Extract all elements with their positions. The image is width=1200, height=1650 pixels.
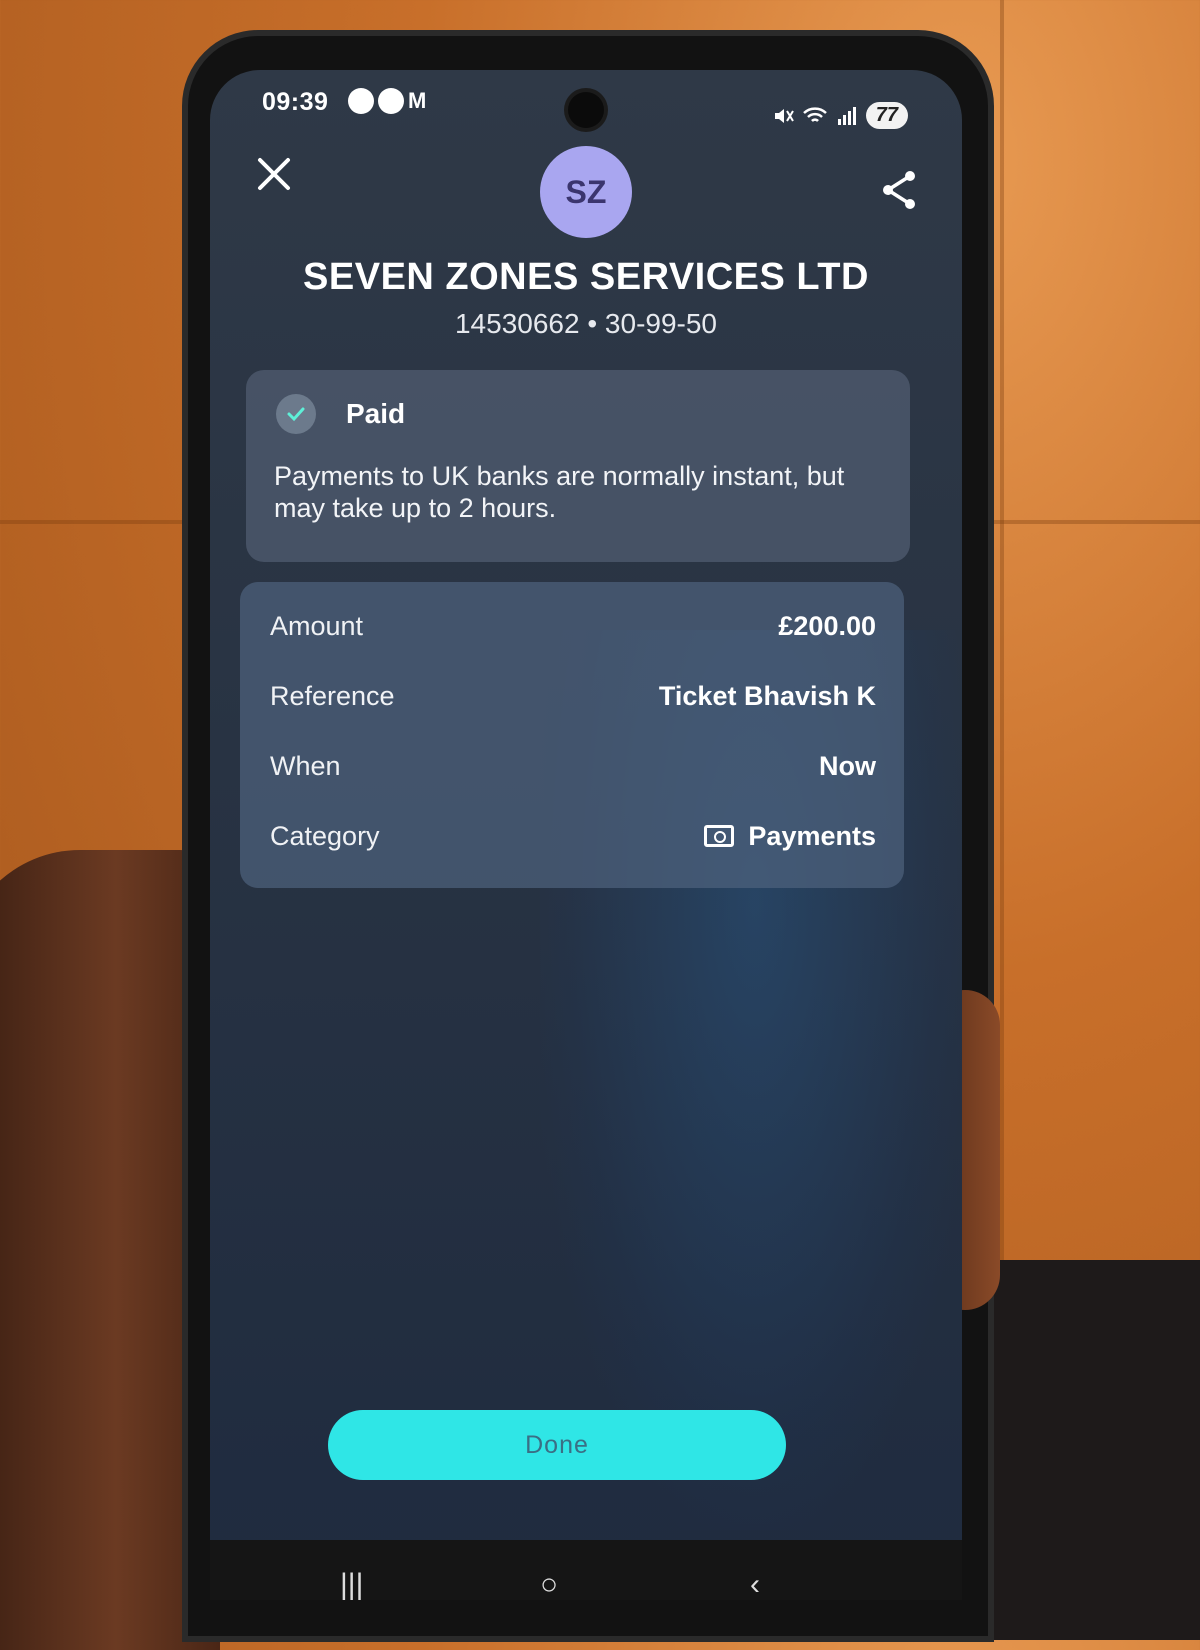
payment-status-message: Payments to UK banks are normally instan…	[274, 461, 845, 523]
recents-icon[interactable]: |||	[340, 1568, 363, 1600]
payment-status-card: Paid Payments to UK banks are normally i…	[246, 370, 910, 562]
back-icon[interactable]: ‹	[750, 1568, 760, 1600]
done-button[interactable]: Done	[328, 1410, 786, 1480]
banknote-icon	[704, 825, 735, 847]
phone-screen: 09:39 M 77 SZ SEVEN ZONES SERVICES LTD 1…	[210, 70, 962, 1600]
avatar: SZ	[540, 146, 632, 238]
detail-label: Amount	[270, 610, 364, 641]
battery-indicator: 77	[865, 102, 908, 129]
category-text: Payments	[748, 820, 876, 851]
home-icon[interactable]: ○	[540, 1568, 558, 1600]
status-time: 09:39	[262, 88, 329, 116]
when-value: Now	[819, 750, 876, 781]
payee-account-info: 14530662 • 30-99-50	[454, 308, 718, 339]
reference-value: Ticket Bhavish K	[658, 680, 876, 711]
detail-label: Reference	[270, 680, 395, 711]
system-icons: 77	[772, 102, 908, 129]
detail-row-when: When Now	[270, 744, 876, 788]
wifi-icon	[802, 106, 827, 122]
detail-row-amount: Amount £200.00	[270, 604, 876, 648]
hand	[0, 850, 220, 1650]
category-value[interactable]: Payments	[704, 821, 876, 852]
gmail-icon: M	[408, 88, 427, 113]
payment-status-label: Paid	[346, 398, 406, 429]
detail-row-category[interactable]: Category Payments	[270, 814, 876, 858]
payee-name: SEVEN ZONES SERVICES LTD	[303, 256, 869, 298]
share-icon[interactable]	[878, 168, 922, 212]
detail-row-reference: Reference Ticket Bhavish K	[270, 674, 876, 718]
detail-label: When	[270, 750, 341, 781]
payment-details-card: Amount £200.00 Reference Ticket Bhavish …	[240, 582, 904, 888]
status-bar: 09:39 M 77	[210, 70, 962, 150]
shazam-icon	[348, 88, 374, 114]
close-icon[interactable]	[250, 150, 298, 198]
detail-label: Category	[270, 820, 380, 851]
front-camera	[568, 92, 604, 128]
notification-icons: M	[348, 88, 432, 114]
signal-icon	[837, 106, 856, 125]
system-nav-bar: ||| ○ ‹	[210, 1540, 962, 1600]
whatsapp-icon	[378, 88, 404, 114]
mute-icon	[774, 108, 794, 123]
check-icon	[276, 394, 316, 434]
amount-value: £200.00	[778, 610, 876, 641]
